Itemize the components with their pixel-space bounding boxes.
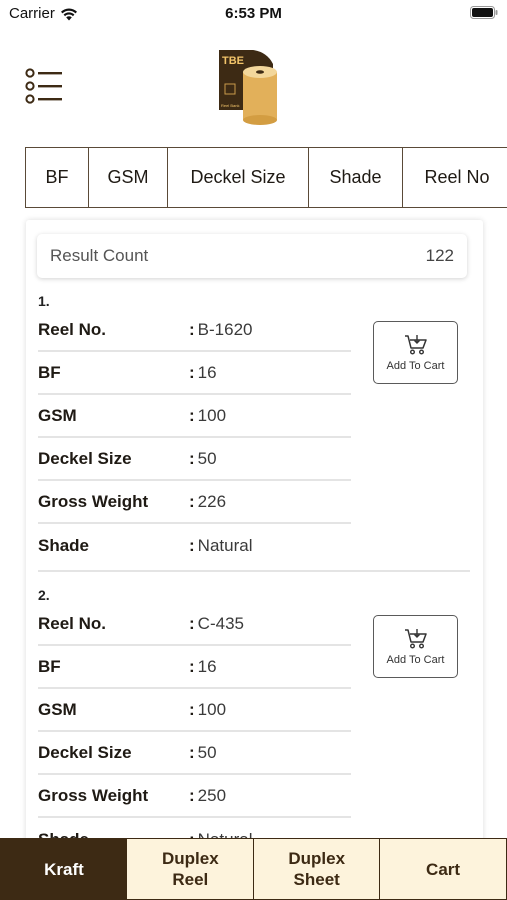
- field-value: 100: [197, 405, 227, 425]
- nav-tab-kraft[interactable]: Kraft: [0, 838, 128, 900]
- field-colon: :: [189, 405, 195, 425]
- field-value: B-1620: [197, 319, 253, 339]
- field-row-gross-weight: Gross Weight : 226: [38, 481, 351, 524]
- add-to-cart-button[interactable]: Add To Cart: [373, 321, 458, 384]
- add-to-cart-label: Add To Cart: [386, 359, 445, 372]
- field-value: 16: [197, 362, 217, 382]
- item-divider: [38, 570, 470, 572]
- nav-tab-label: Kraft: [44, 859, 84, 879]
- field-value: C-435: [197, 613, 244, 633]
- list-menu-icon[interactable]: [24, 68, 64, 104]
- field-row-reel-no: Reel No. : C-435: [38, 603, 351, 646]
- field-label: Deckel Size: [38, 448, 132, 468]
- field-row-reel-no: Reel No. : B-1620: [38, 309, 351, 352]
- field-colon: :: [189, 785, 195, 805]
- result-count-value: 122: [425, 246, 454, 265]
- add-to-cart-button[interactable]: Add To Cart: [373, 615, 458, 678]
- status-time: 6:53 PM: [225, 5, 282, 22]
- field-colon: :: [189, 656, 195, 676]
- nav-tab-duplex-sheet[interactable]: Duplex Sheet: [252, 838, 381, 900]
- field-value: 50: [197, 448, 217, 468]
- nav-tab-duplex-reel[interactable]: Duplex Reel: [126, 838, 255, 900]
- add-to-cart-label: Add To Cart: [386, 653, 445, 666]
- field-label: Gross Weight: [38, 491, 149, 511]
- svg-text:TBE: TBE: [222, 55, 244, 67]
- result-count-card: Result Count 122: [37, 234, 467, 278]
- filter-tab-reel-no[interactable]: Reel No: [402, 147, 507, 208]
- field-label: Reel No.: [38, 319, 107, 339]
- field-label: Deckel Size: [38, 742, 132, 762]
- nav-tab-label: Duplex Sheet: [288, 849, 346, 889]
- filter-tab-gsm[interactable]: GSM: [87, 147, 169, 208]
- field-row-bf: BF : 16: [38, 352, 351, 395]
- field-value: 250: [197, 785, 227, 805]
- field-row-gross-weight: Gross Weight : 250: [38, 775, 351, 818]
- result-count-label: Result Count: [50, 246, 149, 265]
- field-colon: :: [189, 742, 195, 762]
- results-panel[interactable]: Result Count 122 1. Reel No. : B-1620 BF…: [26, 220, 483, 860]
- screen: Carrier 6:53 PM TBE Reel Bank BF GSM Dec…: [0, 0, 507, 900]
- field-value: 16: [197, 656, 217, 676]
- field-colon: :: [189, 448, 195, 468]
- field-label: Shade: [38, 535, 90, 555]
- field-label: GSM: [38, 405, 77, 425]
- filter-tab-deckel-size[interactable]: Deckel Size: [167, 147, 309, 208]
- filter-tab-bf[interactable]: BF: [25, 147, 89, 208]
- add-to-cart-icon: [404, 334, 427, 355]
- bottom-nav: Kraft Duplex Reel Duplex Sheet Cart: [0, 838, 507, 900]
- field-row-gsm: GSM : 100: [38, 395, 351, 438]
- filter-tab-shade[interactable]: Shade: [307, 147, 404, 208]
- field-row-deckel-size: Deckel Size : 50: [38, 732, 351, 775]
- field-value: 226: [197, 491, 227, 511]
- field-colon: :: [189, 362, 195, 382]
- status-bar: Carrier 6:53 PM: [0, 0, 507, 28]
- field-label: BF: [38, 362, 61, 382]
- field-label: Gross Weight: [38, 785, 149, 805]
- app-logo: TBE Reel Bank: [219, 50, 277, 125]
- field-label: BF: [38, 656, 61, 676]
- field-row-shade: Shade : Natural: [38, 524, 351, 567]
- field-row-gsm: GSM : 100: [38, 689, 351, 732]
- field-label: Reel No.: [38, 613, 107, 633]
- field-row-bf: BF : 16: [38, 646, 351, 689]
- nav-tab-cart[interactable]: Cart: [379, 838, 507, 900]
- field-value: 50: [197, 742, 217, 762]
- field-label: GSM: [38, 699, 77, 719]
- nav-tab-label: Duplex Reel: [161, 849, 219, 889]
- field-value: 100: [197, 699, 227, 719]
- add-to-cart-icon: [404, 628, 427, 649]
- filter-bar: BF GSM Deckel Size Shade Reel No: [25, 147, 507, 208]
- field-row-deckel-size: Deckel Size : 50: [38, 438, 351, 481]
- field-colon: :: [189, 535, 195, 555]
- field-colon: :: [189, 613, 195, 633]
- field-value: Natural: [197, 535, 253, 555]
- field-colon: :: [189, 319, 195, 339]
- battery-icon: [470, 6, 498, 19]
- field-colon: :: [189, 699, 195, 719]
- nav-tab-label: Cart: [426, 859, 461, 879]
- svg-text:Reel Bank: Reel Bank: [221, 103, 239, 108]
- field-colon: :: [189, 491, 195, 511]
- item-index: 2.: [38, 587, 50, 603]
- item-index: 1.: [38, 293, 50, 309]
